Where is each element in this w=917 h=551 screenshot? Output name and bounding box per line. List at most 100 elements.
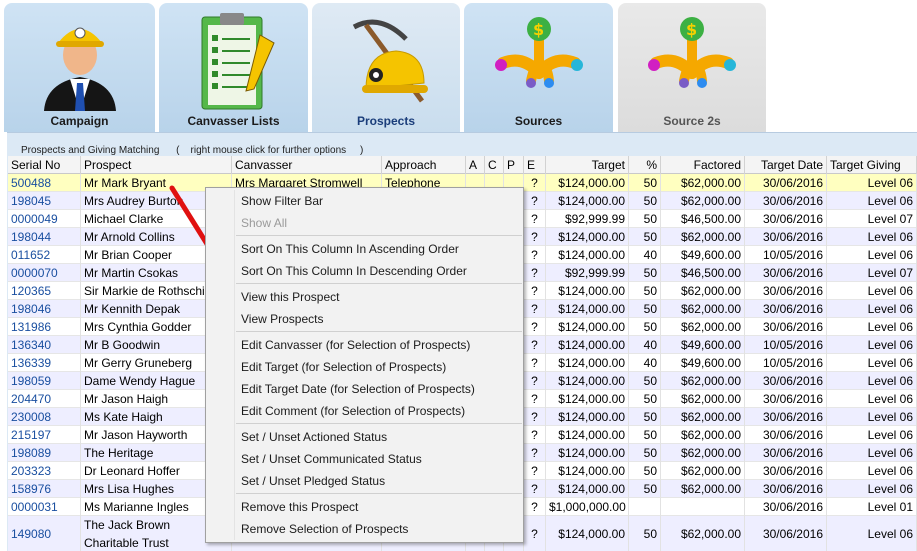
cell-e[interactable]: ? bbox=[524, 372, 546, 390]
col-header-target-date[interactable]: Target Date bbox=[745, 156, 827, 174]
cell-e[interactable]: ? bbox=[524, 264, 546, 282]
col-header-factored[interactable]: Factored bbox=[661, 156, 745, 174]
cell-pct[interactable]: 50 bbox=[629, 264, 661, 282]
cell-e[interactable]: ? bbox=[524, 246, 546, 264]
cell-pct[interactable]: 50 bbox=[629, 408, 661, 426]
cell-e[interactable]: ? bbox=[524, 426, 546, 444]
tab-sources[interactable]: $ Sources bbox=[464, 3, 613, 132]
cell-e[interactable]: ? bbox=[524, 174, 546, 192]
cell-target[interactable]: $124,000.00 bbox=[546, 300, 629, 318]
col-header-e[interactable]: E bbox=[524, 156, 546, 174]
col-header-pct[interactable]: % bbox=[629, 156, 661, 174]
menu-item-show-filter-bar[interactable]: Show Filter Bar bbox=[207, 190, 523, 212]
cell-date[interactable]: 30/06/2016 bbox=[745, 318, 827, 336]
cell-e[interactable]: ? bbox=[524, 210, 546, 228]
cell-target[interactable]: $124,000.00 bbox=[546, 408, 629, 426]
cell-e[interactable]: ? bbox=[524, 444, 546, 462]
cell-pct[interactable]: 50 bbox=[629, 372, 661, 390]
cell-factored[interactable]: $62,000.00 bbox=[661, 516, 745, 551]
cell-serial[interactable]: 204470 bbox=[8, 390, 81, 408]
cell-e[interactable]: ? bbox=[524, 228, 546, 246]
cell-pct[interactable]: 40 bbox=[629, 354, 661, 372]
tab-prospects[interactable]: Prospects bbox=[312, 3, 460, 132]
cell-serial[interactable]: 230008 bbox=[8, 408, 81, 426]
menu-item-edit-comment-for-selection-of-prospects[interactable]: Edit Comment (for Selection of Prospects… bbox=[207, 400, 523, 422]
col-header-canvasser[interactable]: Canvasser bbox=[232, 156, 382, 174]
cell-pct[interactable]: 40 bbox=[629, 246, 661, 264]
cell-target[interactable]: $92,999.99 bbox=[546, 210, 629, 228]
cell-date[interactable]: 30/06/2016 bbox=[745, 390, 827, 408]
col-header-serial[interactable]: Serial No bbox=[8, 156, 81, 174]
tab-canvasser-lists[interactable]: Canvasser Lists bbox=[159, 3, 308, 132]
cell-pct[interactable]: 50 bbox=[629, 228, 661, 246]
cell-e[interactable]: ? bbox=[524, 300, 546, 318]
cell-pct[interactable]: 40 bbox=[629, 336, 661, 354]
cell-date[interactable]: 30/06/2016 bbox=[745, 192, 827, 210]
cell-target[interactable]: $1,000,000.00 bbox=[546, 498, 629, 516]
cell-serial[interactable]: 011652 bbox=[8, 246, 81, 264]
cell-date[interactable]: 30/06/2016 bbox=[745, 174, 827, 192]
cell-target[interactable]: $124,000.00 bbox=[546, 444, 629, 462]
cell-date[interactable]: 10/05/2016 bbox=[745, 336, 827, 354]
cell-date[interactable]: 10/05/2016 bbox=[745, 354, 827, 372]
cell-serial[interactable]: 120365 bbox=[8, 282, 81, 300]
menu-item-set-unset-actioned-status[interactable]: Set / Unset Actioned Status bbox=[207, 426, 523, 448]
cell-factored[interactable]: $62,000.00 bbox=[661, 300, 745, 318]
cell-giving[interactable]: Level 06 bbox=[827, 480, 917, 498]
cell-pct[interactable]: 50 bbox=[629, 462, 661, 480]
cell-pct[interactable]: 50 bbox=[629, 516, 661, 551]
cell-e[interactable]: ? bbox=[524, 318, 546, 336]
cell-date[interactable]: 30/06/2016 bbox=[745, 444, 827, 462]
cell-pct[interactable]: 50 bbox=[629, 174, 661, 192]
cell-serial[interactable]: 0000070 bbox=[8, 264, 81, 282]
cell-factored[interactable]: $62,000.00 bbox=[661, 462, 745, 480]
cell-target[interactable]: $92,999.99 bbox=[546, 264, 629, 282]
cell-giving[interactable]: Level 06 bbox=[827, 282, 917, 300]
cell-e[interactable]: ? bbox=[524, 408, 546, 426]
cell-date[interactable]: 30/06/2016 bbox=[745, 498, 827, 516]
cell-target[interactable]: $124,000.00 bbox=[546, 480, 629, 498]
cell-giving[interactable]: Level 06 bbox=[827, 516, 917, 551]
cell-giving[interactable]: Level 06 bbox=[827, 444, 917, 462]
menu-item-set-unset-pledged-status[interactable]: Set / Unset Pledged Status bbox=[207, 470, 523, 492]
cell-date[interactable]: 30/06/2016 bbox=[745, 426, 827, 444]
cell-pct[interactable] bbox=[629, 498, 661, 516]
cell-e[interactable]: ? bbox=[524, 282, 546, 300]
menu-item-edit-canvasser-for-selection-of-prospects[interactable]: Edit Canvasser (for Selection of Prospec… bbox=[207, 334, 523, 356]
cell-e[interactable]: ? bbox=[524, 498, 546, 516]
cell-pct[interactable]: 50 bbox=[629, 210, 661, 228]
cell-target[interactable]: $124,000.00 bbox=[546, 282, 629, 300]
cell-date[interactable]: 30/06/2016 bbox=[745, 282, 827, 300]
cell-serial[interactable]: 198045 bbox=[8, 192, 81, 210]
cell-giving[interactable]: Level 06 bbox=[827, 408, 917, 426]
tab-source-2s[interactable]: $ Source 2s bbox=[618, 3, 766, 132]
menu-item-sort-on-this-column-in-ascending-order[interactable]: Sort On This Column In Ascending Order bbox=[207, 238, 523, 260]
col-header-target-giving[interactable]: Target Giving bbox=[827, 156, 917, 174]
cell-e[interactable]: ? bbox=[524, 480, 546, 498]
cell-target[interactable]: $124,000.00 bbox=[546, 336, 629, 354]
cell-pct[interactable]: 50 bbox=[629, 480, 661, 498]
cell-target[interactable]: $124,000.00 bbox=[546, 426, 629, 444]
cell-date[interactable]: 30/06/2016 bbox=[745, 480, 827, 498]
col-header-approach[interactable]: Approach bbox=[382, 156, 466, 174]
cell-serial[interactable]: 198059 bbox=[8, 372, 81, 390]
cell-serial[interactable]: 136340 bbox=[8, 336, 81, 354]
cell-factored[interactable]: $46,500.00 bbox=[661, 210, 745, 228]
cell-e[interactable]: ? bbox=[524, 192, 546, 210]
cell-factored[interactable] bbox=[661, 498, 745, 516]
cell-factored[interactable]: $62,000.00 bbox=[661, 174, 745, 192]
cell-factored[interactable]: $62,000.00 bbox=[661, 444, 745, 462]
cell-serial[interactable]: 0000031 bbox=[8, 498, 81, 516]
cell-serial[interactable]: 198046 bbox=[8, 300, 81, 318]
col-header-target[interactable]: Target bbox=[546, 156, 629, 174]
cell-e[interactable]: ? bbox=[524, 462, 546, 480]
cell-pct[interactable]: 50 bbox=[629, 300, 661, 318]
cell-target[interactable]: $124,000.00 bbox=[546, 246, 629, 264]
menu-item-set-unset-communicated-status[interactable]: Set / Unset Communicated Status bbox=[207, 448, 523, 470]
menu-item-view-prospects[interactable]: View Prospects bbox=[207, 308, 523, 330]
cell-giving[interactable]: Level 06 bbox=[827, 354, 917, 372]
col-header-c[interactable]: C bbox=[485, 156, 504, 174]
cell-date[interactable]: 30/06/2016 bbox=[745, 228, 827, 246]
cell-pct[interactable]: 50 bbox=[629, 444, 661, 462]
cell-giving[interactable]: Level 06 bbox=[827, 300, 917, 318]
